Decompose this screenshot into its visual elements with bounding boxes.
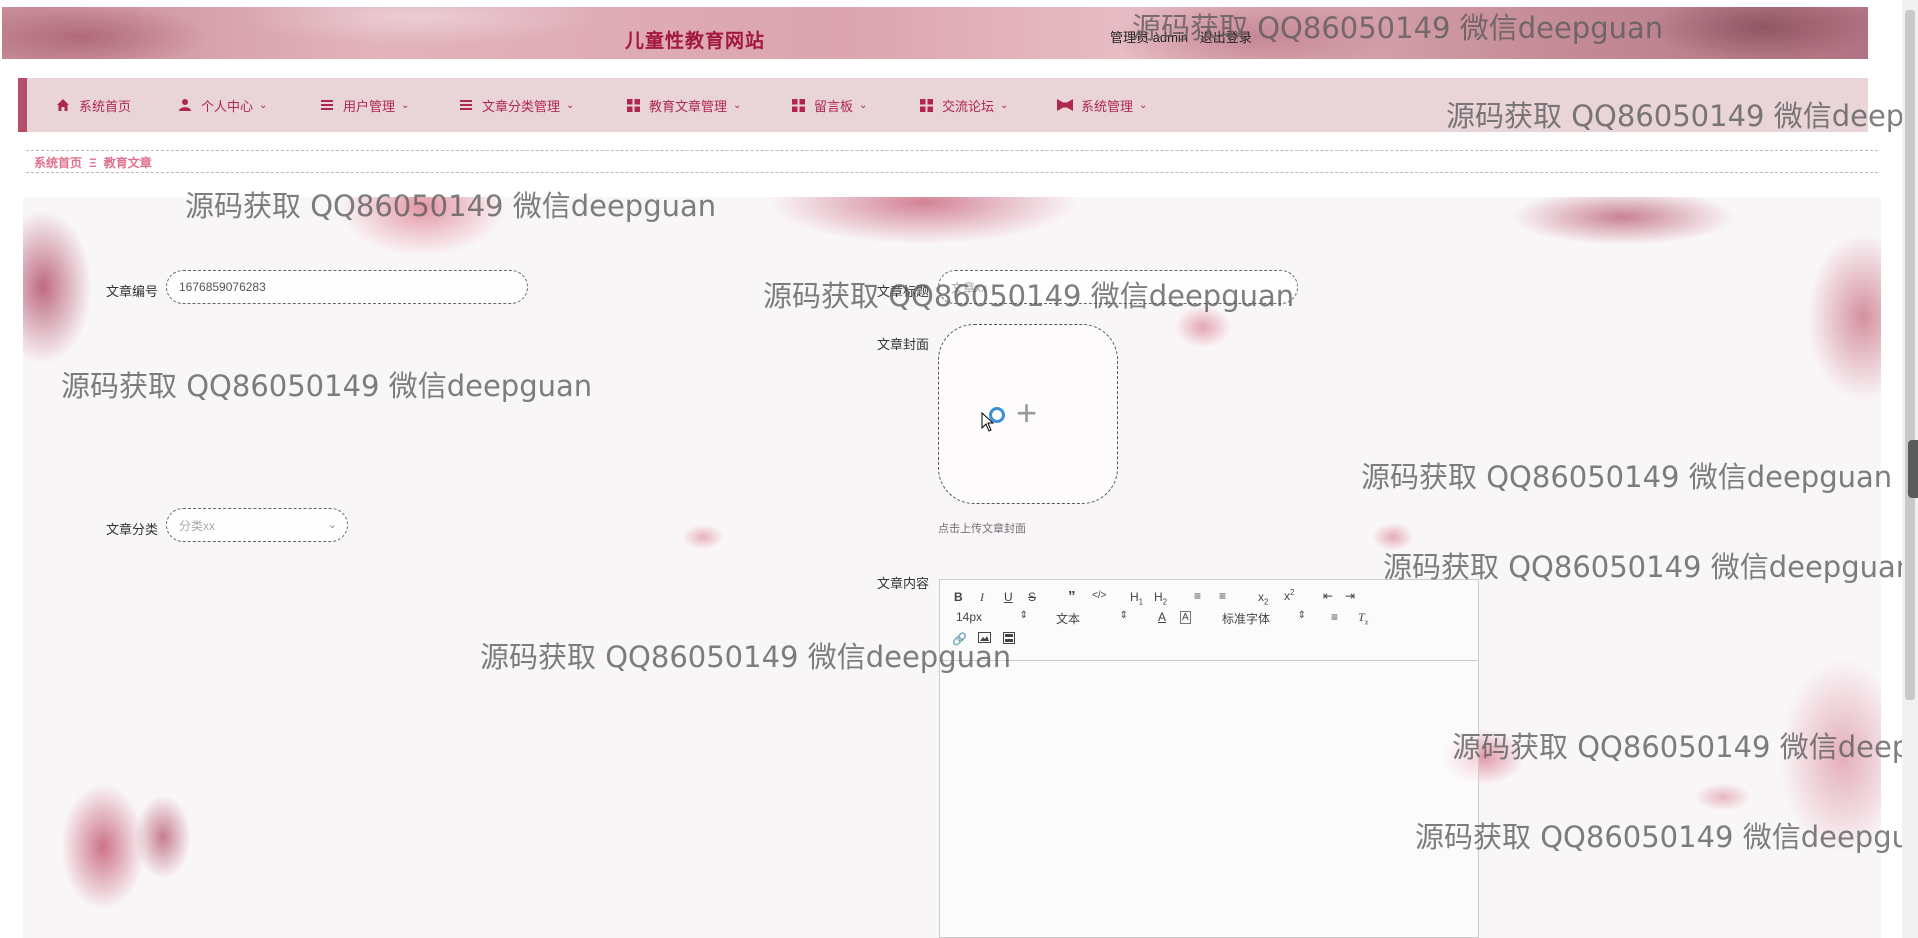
bowtie-icon bbox=[1057, 97, 1073, 113]
nav-item-forum[interactable]: 交流论坛 ⌄ bbox=[918, 78, 1008, 132]
cover-label: 文章封面 bbox=[876, 337, 929, 352]
breadcrumb-divider bbox=[26, 172, 1878, 173]
link-icon[interactable]: 🔗 bbox=[952, 632, 967, 646]
chevron-down-icon: ⌄ bbox=[1139, 99, 1148, 111]
breadcrumb-home[interactable]: 系统首页 bbox=[34, 156, 82, 170]
chevron-down-icon: ⌄ bbox=[1000, 99, 1009, 111]
subscript-icon[interactable]: x2 bbox=[1258, 590, 1268, 606]
article-no-label: 文章编号 bbox=[105, 284, 158, 299]
chevron-down-icon: ⌄ bbox=[327, 519, 337, 531]
top-banner bbox=[2, 7, 1868, 59]
rich-text-editor[interactable]: B I U S ” </> H1 H2 ≡ ≡ x2 x2 ⇤ ⇥ 14px ⇕… bbox=[939, 579, 1479, 938]
grid-icon bbox=[790, 97, 806, 113]
chevron-down-icon: ⌄ bbox=[259, 99, 268, 111]
grid-icon bbox=[625, 97, 641, 113]
font-size-select[interactable]: 14px ⇕ bbox=[956, 610, 1028, 624]
nav-label: 教育文章管理 bbox=[649, 98, 728, 114]
chevron-updown-icon: ⇕ bbox=[1119, 610, 1128, 621]
user-info: 管理员 admin 退出登录 bbox=[1110, 27, 1252, 46]
outdent-icon[interactable]: ⇤ bbox=[1323, 589, 1333, 603]
nav-item-article-mgmt[interactable]: 教育文章管理 ⌄ bbox=[625, 78, 741, 132]
breadcrumb: 系统首页 Ξ 教育文章 bbox=[34, 154, 152, 171]
italic-icon[interactable]: I bbox=[980, 590, 984, 605]
image-icon[interactable] bbox=[978, 632, 991, 646]
breadcrumb-divider bbox=[26, 150, 1878, 151]
nav-item-users[interactable]: 用户管理 ⌄ bbox=[319, 78, 409, 132]
list-icon bbox=[458, 97, 474, 113]
font-size-value: 14px bbox=[956, 610, 983, 624]
nav-label: 交流论坛 bbox=[942, 98, 995, 114]
breadcrumb-current: 教育文章 bbox=[103, 156, 152, 170]
strikethrough-icon[interactable]: S bbox=[1028, 590, 1036, 604]
nav-item-guestbook[interactable]: 留言板 ⌄ bbox=[790, 78, 867, 132]
chevron-updown-icon: ⇕ bbox=[1019, 610, 1028, 621]
underline-icon[interactable]: U bbox=[1004, 590, 1013, 604]
chevron-down-icon: ⌄ bbox=[566, 99, 575, 111]
bold-icon[interactable]: B bbox=[954, 590, 963, 604]
main-nav: 系统首页 个人中心 ⌄ 用户管理 ⌄ 文章分类管理 ⌄ 教育文章管理 ⌄ 留言板… bbox=[18, 78, 1868, 132]
category-select-value: 分类xx bbox=[179, 518, 216, 533]
grid-icon bbox=[918, 97, 934, 113]
nav-label: 留言板 bbox=[814, 98, 854, 114]
article-no-input[interactable]: 1676859076283 bbox=[166, 270, 528, 304]
user-role: 管理员 bbox=[1110, 30, 1150, 45]
user-icon bbox=[177, 97, 193, 113]
plus-icon: + bbox=[1016, 392, 1038, 433]
video-icon[interactable] bbox=[1003, 632, 1015, 647]
superscript-icon[interactable]: x2 bbox=[1284, 588, 1294, 603]
nav-item-system[interactable]: 系统管理 ⌄ bbox=[1057, 78, 1147, 132]
align-icon[interactable]: ≡ bbox=[1331, 610, 1338, 624]
heading-1-icon[interactable]: H1 bbox=[1130, 590, 1143, 606]
blockquote-icon[interactable]: ” bbox=[1068, 588, 1076, 605]
heading-2-icon[interactable]: H2 bbox=[1154, 590, 1167, 606]
block-format-value: 文本 bbox=[1056, 612, 1081, 626]
chevron-down-icon: ⌄ bbox=[859, 99, 868, 111]
background-color-icon[interactable]: A bbox=[1180, 611, 1191, 624]
font-family-value: 标准字体 bbox=[1222, 612, 1271, 626]
font-family-select[interactable]: 标准字体 ⇕ bbox=[1222, 610, 1306, 627]
category-select[interactable]: 分类xx ⌄ bbox=[166, 508, 348, 542]
logout-link[interactable]: 退出登录 bbox=[1200, 30, 1252, 45]
nav-item-category-mgmt[interactable]: 文章分类管理 ⌄ bbox=[458, 78, 574, 132]
cover-upload-tip: 点击上传文章封面 bbox=[938, 523, 1026, 535]
title-label: 文章标题 bbox=[876, 284, 929, 299]
block-format-select[interactable]: 文本 ⇕ bbox=[1056, 610, 1128, 627]
title-input[interactable]: 文章xx bbox=[938, 270, 1298, 304]
chevron-updown-icon: ⇕ bbox=[1297, 610, 1306, 621]
cover-upload[interactable]: + bbox=[938, 324, 1118, 504]
breadcrumb-separator: Ξ bbox=[89, 156, 97, 170]
list-icon bbox=[319, 97, 335, 113]
indent-icon[interactable]: ⇥ bbox=[1345, 589, 1355, 603]
side-handle[interactable] bbox=[1908, 440, 1918, 498]
chevron-down-icon: ⌄ bbox=[401, 99, 410, 111]
nav-label: 系统管理 bbox=[1081, 98, 1134, 114]
nav-label: 个人中心 bbox=[201, 98, 254, 114]
editor-toolbar: B I U S ” </> H1 H2 ≡ ≡ x2 x2 ⇤ ⇥ 14px ⇕… bbox=[940, 580, 1478, 661]
font-color-icon[interactable]: A bbox=[1158, 610, 1166, 624]
bullet-list-icon[interactable]: ≡ bbox=[1219, 589, 1226, 603]
ordered-list-icon[interactable]: ≡ bbox=[1194, 589, 1201, 603]
chevron-down-icon: ⌄ bbox=[733, 99, 742, 111]
category-label: 文章分类 bbox=[105, 522, 158, 537]
scrollbar-thumb[interactable] bbox=[1905, 10, 1915, 700]
clear-format-icon[interactable]: Tx bbox=[1358, 610, 1368, 626]
home-icon bbox=[55, 97, 71, 113]
content-label: 文章内容 bbox=[876, 576, 929, 591]
username: admin bbox=[1152, 30, 1189, 45]
nav-item-home[interactable]: 系统首页 bbox=[55, 78, 131, 132]
nav-label: 用户管理 bbox=[343, 98, 396, 114]
site-title: 儿童性教育网站 bbox=[625, 31, 766, 52]
nav-item-profile[interactable]: 个人中心 ⌄ bbox=[177, 78, 267, 132]
cursor-icon bbox=[981, 412, 995, 432]
nav-label: 系统首页 bbox=[79, 98, 132, 114]
nav-label: 文章分类管理 bbox=[482, 98, 561, 114]
code-block-icon[interactable]: </> bbox=[1092, 590, 1106, 601]
